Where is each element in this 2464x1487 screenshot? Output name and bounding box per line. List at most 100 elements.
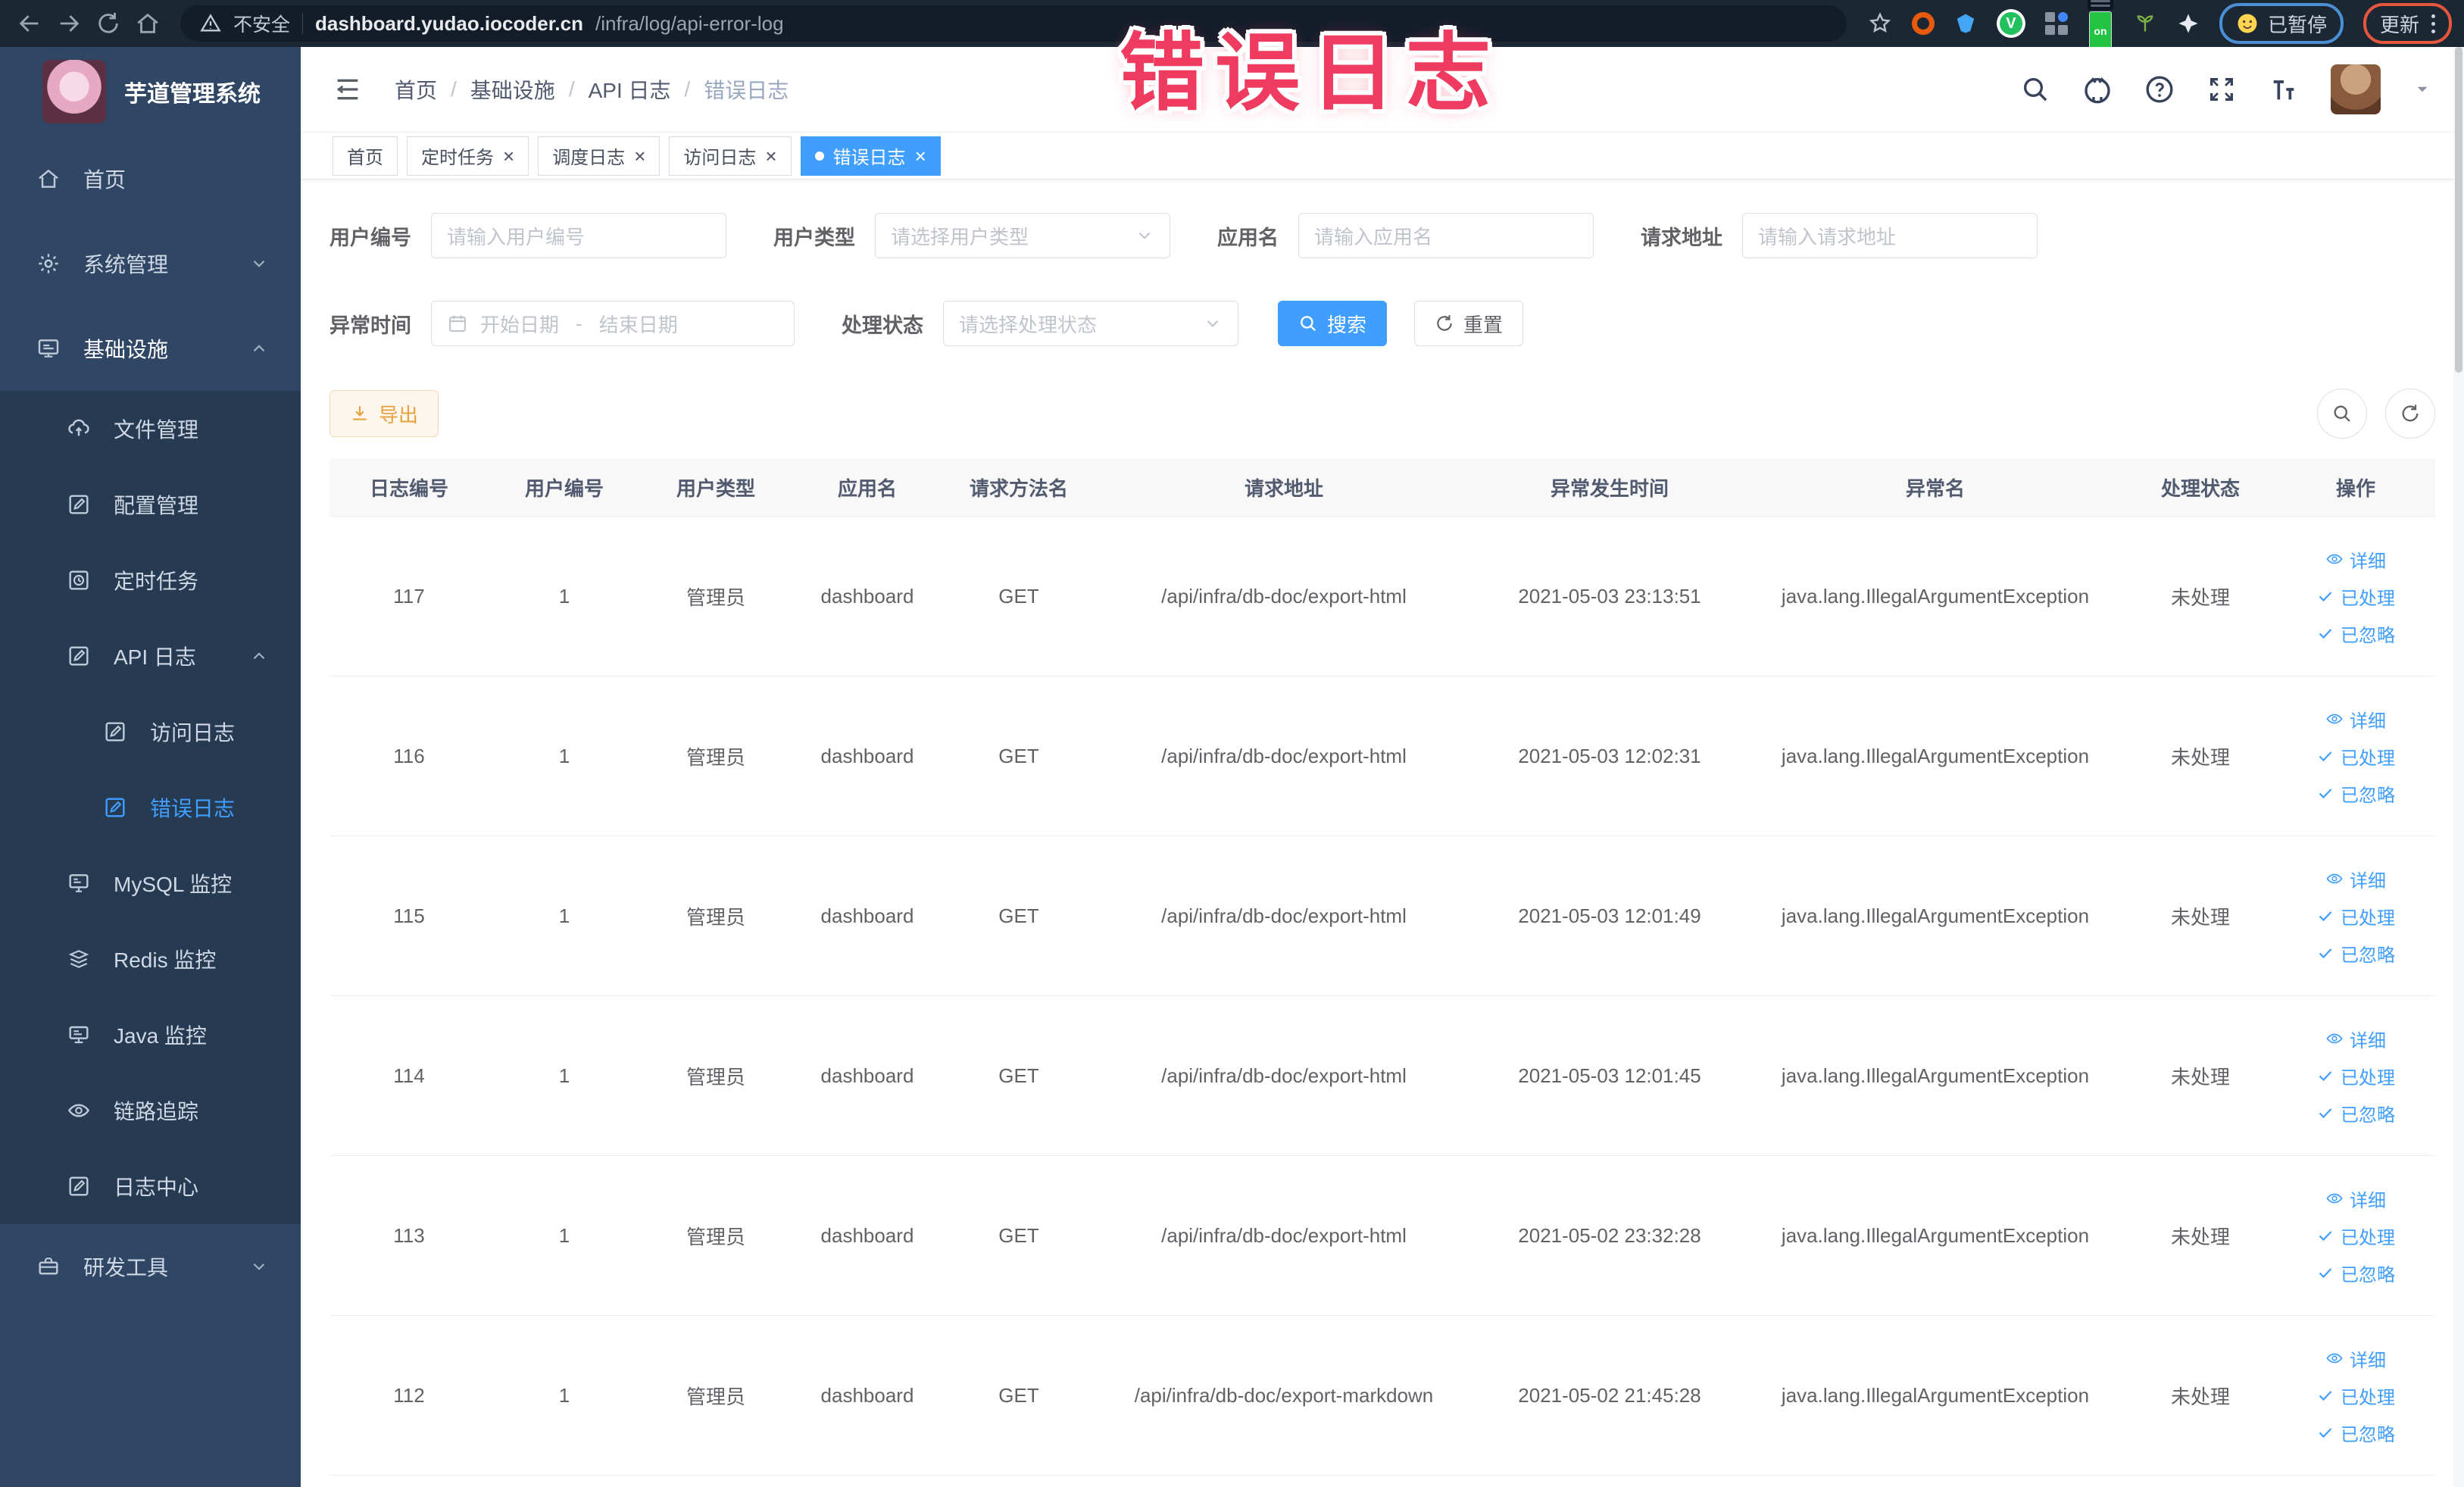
sidebar-item-6[interactable]: API 日志 — [0, 618, 301, 694]
browser-menu-icon[interactable] — [2431, 14, 2435, 33]
action-已处理[interactable]: 已处理 — [2316, 903, 2395, 929]
search-button[interactable]: 搜索 — [1278, 301, 1388, 346]
github-icon[interactable] — [2082, 74, 2113, 105]
tab-定时任务[interactable]: 定时任务 × — [407, 136, 529, 176]
bookmark-star-icon[interactable] — [1868, 11, 1892, 36]
sidebar-item-9[interactable]: MySQL 监控 — [0, 845, 301, 921]
exception-time-range[interactable]: 开始日期 - 结束日期 — [431, 301, 795, 346]
sidebar-item-3[interactable]: 文件管理 — [0, 391, 301, 467]
extension-orange-icon[interactable] — [1911, 12, 1935, 35]
user-id-input[interactable]: 请输入用户编号 — [431, 213, 726, 258]
close-icon[interactable]: × — [765, 146, 776, 166]
sidebar-item-1[interactable]: 系统管理 — [0, 221, 301, 306]
action-已忽略[interactable]: 已忽略 — [2316, 1100, 2395, 1126]
view-icon — [2325, 550, 2344, 568]
extension-v-icon[interactable]: V — [1996, 9, 2025, 38]
chevron-down-icon — [249, 254, 269, 273]
action-详细[interactable]: 详细 — [2325, 1026, 2386, 1052]
extensions-puzzle-icon[interactable] — [2177, 12, 2200, 35]
table-cell: java.lang.IllegalArgumentException — [1781, 1383, 2090, 1407]
sidebar-item-5[interactable]: 定时任务 — [0, 542, 301, 618]
status-select[interactable]: 请选择处理状态 — [943, 301, 1238, 346]
sidebar-item-8[interactable]: 错误日志 — [0, 770, 301, 845]
action-已处理[interactable]: 已处理 — [2316, 1063, 2395, 1089]
table-cell: dashboard — [820, 904, 914, 927]
breadcrumb-item[interactable]: 首页 — [395, 74, 437, 105]
table-cell: 2021-05-02 21:45:28 — [1518, 1383, 1701, 1407]
action-已处理[interactable]: 已处理 — [2316, 1382, 2395, 1409]
close-icon[interactable]: × — [503, 146, 514, 166]
sidebar-item-14[interactable]: 研发工具 — [0, 1224, 301, 1309]
action-已处理[interactable]: 已处理 — [2316, 583, 2395, 610]
header-actions — [2020, 64, 2432, 114]
search-icon[interactable] — [2020, 74, 2050, 105]
tab-label: 访问日志 — [683, 148, 757, 168]
reset-button[interactable]: 重置 — [1414, 301, 1524, 346]
search-icon — [2334, 405, 2350, 422]
back-icon[interactable] — [12, 6, 47, 41]
column-header: 请求地址 — [1244, 476, 1323, 500]
toggle-search-button[interactable] — [2317, 389, 2367, 439]
sidebar-item-13[interactable]: 日志中心 — [0, 1148, 301, 1224]
status-label: 处理状态 — [842, 314, 923, 337]
sidebar-item-4[interactable]: 配置管理 — [0, 467, 301, 542]
request-url-input[interactable]: 请输入请求地址 — [1742, 213, 2038, 258]
security-label[interactable]: 不安全 — [233, 10, 290, 37]
action-详细[interactable]: 详细 — [2325, 706, 2386, 733]
tab-访问日志[interactable]: 访问日志 × — [669, 136, 792, 176]
action-已忽略[interactable]: 已忽略 — [2316, 1420, 2395, 1446]
column-header: 用户编号 — [524, 476, 604, 500]
user-avatar[interactable] — [2331, 64, 2381, 114]
row-actions: 详细 已处理 已忽略 — [2276, 1026, 2435, 1126]
update-badge[interactable]: 更新 — [2363, 3, 2452, 44]
tab-错误日志[interactable]: 错误日志 × — [800, 136, 941, 176]
sidebar-item-label: 错误日志 — [150, 797, 236, 820]
sidebar-item-7[interactable]: 访问日志 — [0, 694, 301, 770]
paused-badge[interactable]: 已暂停 — [2219, 3, 2344, 44]
action-详细[interactable]: 详细 — [2325, 546, 2386, 573]
sidebar-item-2[interactable]: 基础设施 — [0, 306, 301, 391]
scrollbar-thumb[interactable] — [2455, 47, 2462, 373]
close-icon[interactable]: × — [634, 146, 645, 166]
app-name-input[interactable]: 请输入应用名 — [1298, 213, 1594, 258]
home-icon — [36, 167, 61, 191]
table-body: 117 1 管理员 dashboard GET/api/infra/db-doc/exp… — [329, 517, 2435, 1476]
action-已处理[interactable]: 已处理 — [2316, 743, 2395, 770]
action-已忽略[interactable]: 已忽略 — [2316, 620, 2395, 647]
sidebar-item-10[interactable]: Redis 监控 — [0, 921, 301, 997]
sidebar-item-0[interactable]: 首页 — [0, 136, 301, 221]
font-size-icon[interactable] — [2269, 74, 2299, 105]
sidebar-item-12[interactable]: 链路追踪 — [0, 1073, 301, 1148]
forward-icon[interactable] — [52, 6, 86, 41]
breadcrumb-item[interactable]: 基础设施 — [470, 74, 555, 105]
action-详细[interactable]: 详细 — [2325, 866, 2386, 892]
close-icon[interactable]: × — [915, 146, 926, 166]
tab-首页[interactable]: 首页 — [333, 136, 398, 176]
fullscreen-icon[interactable] — [2206, 74, 2237, 105]
breadcrumb-item[interactable]: API 日志 — [589, 74, 671, 105]
avatar-caret-icon[interactable] — [2412, 80, 2432, 99]
chevron-down-icon — [249, 1257, 269, 1276]
tab-调度日志[interactable]: 调度日志 × — [538, 136, 661, 176]
refresh-table-button[interactable] — [2385, 389, 2435, 439]
action-已处理[interactable]: 已处理 — [2316, 1223, 2395, 1249]
action-详细[interactable]: 详细 — [2325, 1345, 2386, 1372]
extension-grid-icon[interactable] — [2044, 12, 2068, 35]
app-logo-row[interactable]: 芋道管理系统 — [0, 47, 301, 136]
action-已忽略[interactable]: 已忽略 — [2316, 940, 2395, 967]
action-已忽略[interactable]: 已忽略 — [2316, 1260, 2395, 1286]
page-scrollbar[interactable] — [2453, 47, 2464, 1487]
extension-on-icon[interactable]: on — [2087, 0, 2113, 51]
user-type-select[interactable]: 请选择用户类型 — [875, 213, 1170, 258]
help-icon[interactable] — [2144, 74, 2175, 105]
action-已忽略[interactable]: 已忽略 — [2316, 780, 2395, 807]
export-button[interactable]: 导出 — [329, 390, 439, 437]
reload-icon[interactable] — [91, 6, 126, 41]
sidebar-fold-icon[interactable] — [333, 74, 363, 105]
extension-shield-icon[interactable] — [1954, 12, 1977, 35]
address-bar[interactable]: 不安全 dashboard.yudao.iocoder.cn/infra/log… — [180, 5, 1847, 42]
extension-leaf-icon[interactable] — [2133, 11, 2157, 36]
sidebar-item-11[interactable]: Java 监控 — [0, 997, 301, 1073]
action-详细[interactable]: 详细 — [2325, 1186, 2386, 1212]
home-icon[interactable] — [130, 6, 165, 41]
